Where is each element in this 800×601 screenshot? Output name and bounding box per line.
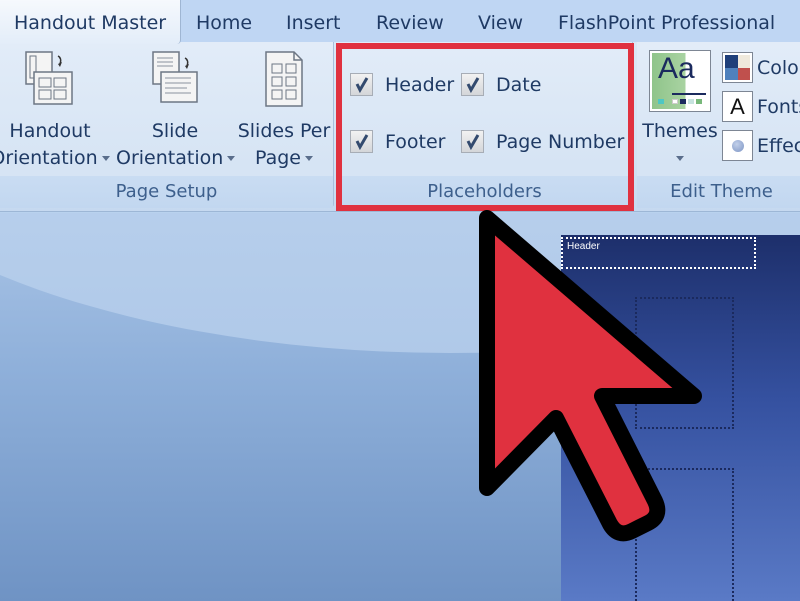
colors-icon bbox=[722, 52, 753, 83]
group-label-page-setup: Page Setup bbox=[0, 176, 333, 208]
tab-view[interactable]: View bbox=[478, 0, 523, 42]
slides-per-page-label-2: Page bbox=[255, 147, 301, 169]
checkmark-icon bbox=[355, 134, 369, 150]
themes-button[interactable]: Aa Themes bbox=[641, 50, 719, 172]
fonts-label: Fonts bbox=[757, 95, 800, 118]
checkbox-header[interactable] bbox=[350, 73, 373, 96]
themes-label: Themes bbox=[642, 120, 718, 142]
dropdown-caret-icon bbox=[227, 156, 236, 161]
slide-placeholder-1[interactable] bbox=[635, 297, 734, 429]
dropdown-caret-icon bbox=[101, 156, 110, 161]
group-page-setup: Handout Orientation Slide Orientation Sl… bbox=[0, 42, 334, 208]
group-edit-theme: Aa Themes Colors A bbox=[637, 42, 800, 208]
date-checkbox[interactable]: Date bbox=[461, 73, 541, 96]
date-checkbox-label: Date bbox=[496, 73, 542, 96]
slide-orientation-label-1: Slide bbox=[151, 120, 199, 142]
handout-orientation-label-1: Handout bbox=[9, 120, 91, 142]
group-label-edit-theme: Edit Theme bbox=[637, 176, 800, 208]
slide-orientation-button[interactable]: Slide Orientation bbox=[116, 50, 236, 172]
header-placeholder-label: Header bbox=[567, 241, 600, 252]
checkmark-icon bbox=[355, 77, 369, 93]
header-placeholder[interactable]: Header bbox=[561, 237, 756, 269]
footer-checkbox[interactable]: Footer bbox=[350, 130, 445, 153]
tab-handout-master[interactable]: Handout Master bbox=[0, 0, 182, 44]
slides-per-page-label-1: Slides Per bbox=[237, 120, 331, 142]
effects-icon bbox=[722, 130, 753, 161]
dropdown-caret-icon bbox=[305, 156, 313, 161]
page-number-checkbox-label: Page Number bbox=[496, 130, 625, 153]
ribbon-tab-bar: Handout Master Home Insert Review View F… bbox=[0, 0, 800, 44]
themes-icon: Aa bbox=[649, 50, 711, 112]
header-checkbox[interactable]: Header bbox=[350, 73, 454, 96]
themes-icon-text: Aa bbox=[658, 52, 695, 85]
slides-per-page-button[interactable]: Slides Per Page bbox=[236, 50, 332, 172]
tab-flashpoint-professional[interactable]: FlashPoint Professional bbox=[558, 0, 775, 42]
checkmark-icon bbox=[466, 77, 480, 93]
checkbox-footer[interactable] bbox=[350, 130, 373, 153]
slides-per-page-icon bbox=[265, 51, 303, 107]
slide-orientation-icon bbox=[152, 51, 198, 103]
checkbox-date[interactable] bbox=[461, 73, 484, 96]
fonts-button[interactable]: A Fonts bbox=[722, 91, 800, 122]
footer-checkbox-label: Footer bbox=[385, 130, 446, 153]
slide-orientation-label-2: Orientation bbox=[116, 147, 224, 169]
dropdown-caret-icon bbox=[676, 156, 684, 161]
colors-label: Colors bbox=[757, 56, 800, 79]
effects-label: Effects bbox=[757, 134, 800, 157]
ribbon: Handout Orientation Slide Orientation Sl… bbox=[0, 42, 800, 212]
checkmark-icon bbox=[466, 134, 480, 150]
handout-master-page[interactable]: Header bbox=[561, 235, 800, 601]
group-placeholders: Header Date Footer Page Number Placehold… bbox=[337, 42, 633, 208]
slide-placeholder-2[interactable] bbox=[635, 468, 734, 601]
fonts-icon: A bbox=[722, 91, 753, 122]
tab-insert[interactable]: Insert bbox=[286, 0, 341, 42]
page-number-checkbox[interactable]: Page Number bbox=[461, 130, 624, 153]
handout-orientation-label-2: Orientation bbox=[0, 147, 98, 169]
handout-orientation-icon bbox=[25, 51, 73, 105]
checkbox-page-number[interactable] bbox=[461, 130, 484, 153]
header-checkbox-label: Header bbox=[385, 73, 455, 96]
handout-orientation-button[interactable]: Handout Orientation bbox=[0, 50, 110, 172]
tab-home[interactable]: Home bbox=[196, 0, 252, 42]
tab-review[interactable]: Review bbox=[376, 0, 444, 42]
group-label-placeholders: Placeholders bbox=[337, 176, 632, 208]
effects-button[interactable]: Effects bbox=[722, 130, 800, 161]
colors-button[interactable]: Colors bbox=[722, 52, 800, 83]
